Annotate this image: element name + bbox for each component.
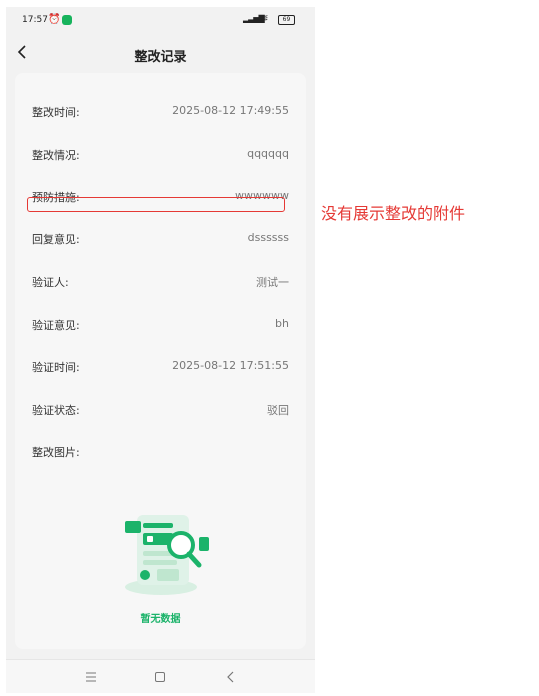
- battery-icon: 69: [278, 15, 295, 25]
- record-row-verify-opinion: 验证意见: bh: [32, 317, 289, 335]
- empty-search-illustration-icon: [117, 507, 213, 599]
- status-time: 17:57: [22, 15, 48, 25]
- system-navigation-bar: [6, 659, 315, 693]
- record-row-verify-time: 验证时间: 2025-08-12 17:51:55: [32, 359, 289, 377]
- app-notification-icon: [62, 15, 72, 25]
- record-value: bh: [275, 317, 289, 330]
- record-label: 整改图片:: [32, 446, 80, 459]
- record-label: 验证状态:: [32, 404, 80, 417]
- record-value: qqqqqq: [247, 147, 289, 160]
- record-label: 验证时间:: [32, 361, 80, 374]
- record-label: 回复意见:: [32, 233, 80, 246]
- empty-state-text: 暂无数据: [140, 614, 181, 625]
- record-label: 整改情况:: [32, 149, 80, 162]
- record-row-verifier: 验证人: 测试一: [32, 274, 289, 292]
- annotation-text: 没有展示整改的附件: [321, 204, 466, 223]
- record-label: 验证人:: [32, 276, 69, 289]
- record-row-rectify-status: 整改情况: qqqqqq: [32, 147, 289, 165]
- record-value: dssssss: [247, 231, 289, 244]
- record-value: 2025-08-12 17:49:55: [172, 104, 289, 117]
- record-row-rectify-time: 整改时间: 2025-08-12 17:49:55: [32, 104, 289, 122]
- alarm-icon: ⏰: [48, 14, 61, 25]
- record-row-reply: 回复意见: dssssss: [32, 231, 289, 249]
- header-bar: 整改记录: [6, 34, 315, 70]
- record-value: 驳回: [267, 404, 289, 417]
- wifi-icon: ≋: [260, 13, 269, 24]
- record-label: 验证意见:: [32, 319, 80, 332]
- page-title: 整改记录: [134, 50, 187, 65]
- record-row-verify-state: 验证状态: 驳回: [32, 402, 289, 420]
- record-row-images: 整改图片:: [32, 444, 289, 462]
- missing-attachment-highlight: [27, 197, 285, 212]
- back-chevron-icon[interactable]: [223, 669, 239, 685]
- record-label: 整改时间:: [32, 106, 80, 119]
- home-square-icon[interactable]: [152, 669, 168, 685]
- record-value: 测试一: [256, 276, 289, 289]
- status-bar: 17:57 ⏰ ▂▃▅▇ ≋ 69: [6, 7, 315, 33]
- record-value: 2025-08-12 17:51:55: [172, 359, 289, 372]
- phone-screen: 17:57 ⏰ ▂▃▅▇ ≋ 69 整改记录 整改时间: 2025-08-12 …: [6, 7, 315, 693]
- menu-icon[interactable]: [83, 669, 99, 685]
